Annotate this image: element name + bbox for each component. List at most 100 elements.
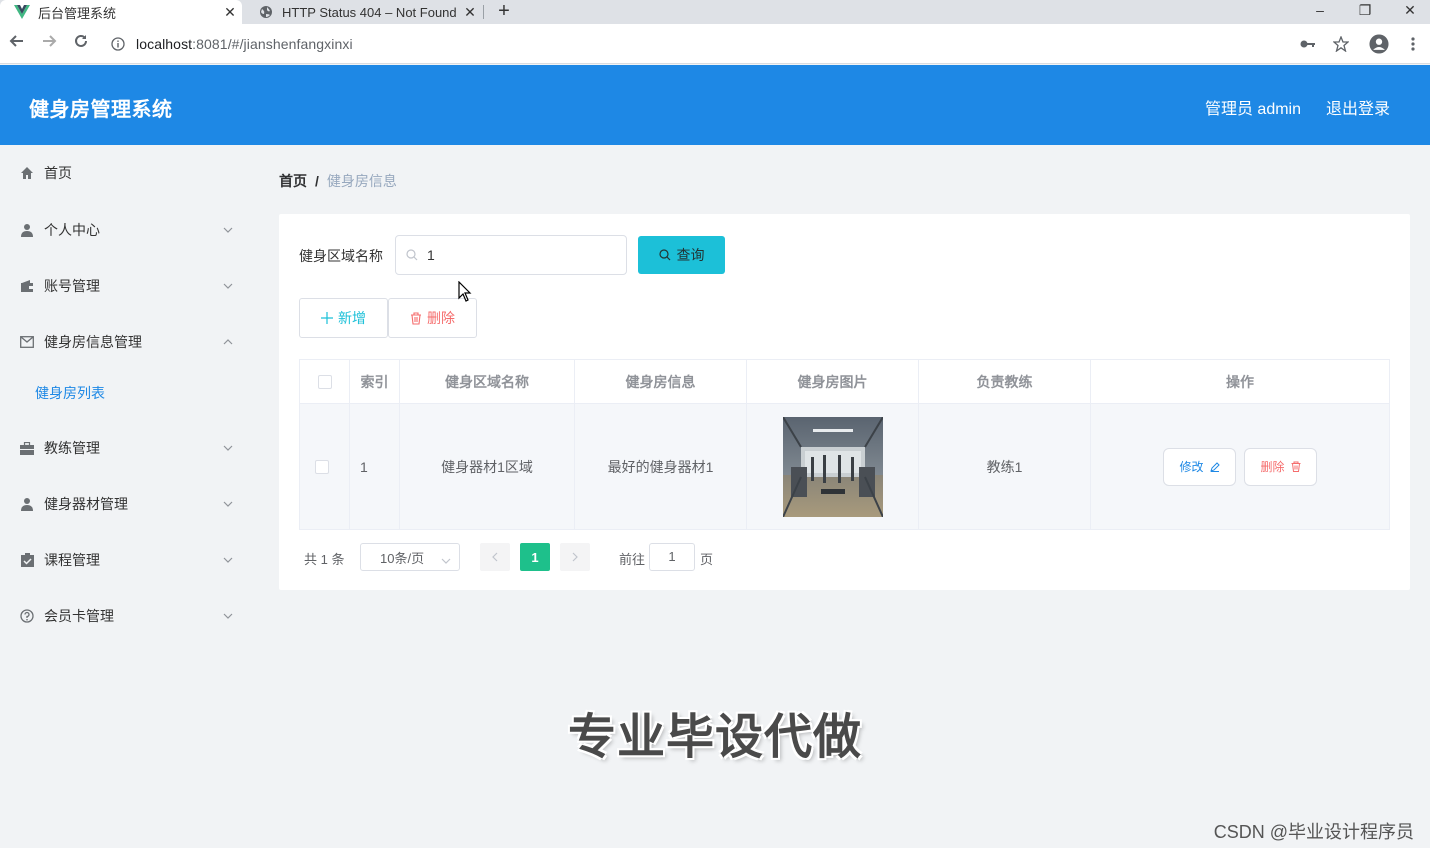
tab-separator xyxy=(483,5,484,19)
chevron-up-icon xyxy=(222,336,234,348)
address-bar[interactable]: localhost:8081/#/jianshenfangxinxi xyxy=(100,30,1365,58)
cell-area: 健身器材1区域 xyxy=(400,404,575,529)
tab-title: HTTP Status 404 – Not Found xyxy=(282,4,457,20)
search-input-wrapper[interactable] xyxy=(395,235,627,275)
trash-icon xyxy=(1291,461,1301,472)
chevron-down-icon xyxy=(222,224,234,236)
info-icon[interactable] xyxy=(108,34,128,54)
row-checkbox[interactable] xyxy=(315,459,329,474)
back-button[interactable] xyxy=(5,32,29,56)
prev-page-button[interactable] xyxy=(480,543,510,571)
select-all-checkbox[interactable] xyxy=(317,374,332,389)
url-text: localhost:8081/#/jianshenfangxinxi xyxy=(136,36,353,52)
csdn-watermark: CSDN @毕业设计程序员 xyxy=(1213,822,1414,842)
chevron-down-icon xyxy=(222,442,234,454)
restore-button[interactable]: ❐ xyxy=(1343,0,1387,24)
sidebar-item-label: 会员卡管理 xyxy=(44,608,114,624)
browser-toolbar: localhost:8081/#/jianshenfangxinxi xyxy=(0,24,1430,64)
edit-button[interactable]: 修改 xyxy=(1163,447,1236,486)
page-suffix: 页 xyxy=(700,552,714,567)
sidebar-item-label: 健身器材管理 xyxy=(44,496,128,512)
browser-tab-inactive[interactable]: HTTP Status 404 – Not Found ✕ xyxy=(244,0,482,24)
edit-icon xyxy=(1209,461,1220,472)
column-header: 健身房信息 xyxy=(575,360,747,403)
goto-label: 前往 xyxy=(619,552,646,567)
query-button[interactable]: 查询 xyxy=(638,236,725,274)
row-delete-label: 删除 xyxy=(1260,460,1285,474)
sidebar-item-label: 账号管理 xyxy=(44,278,100,294)
column-header: 操作 xyxy=(1226,373,1254,390)
sidebar-subitem-gym-list[interactable]: 健身房列表 xyxy=(0,368,250,418)
sidebar-item-account[interactable]: 账号管理 xyxy=(0,258,250,314)
sidebar-item-member-card[interactable]: 会员卡管理 xyxy=(0,588,250,644)
row-delete-button[interactable]: 删除 xyxy=(1244,447,1317,486)
close-tab-icon[interactable]: ✕ xyxy=(218,4,242,21)
mail-icon xyxy=(19,334,35,350)
overlay-watermark: 专业毕设代做 xyxy=(568,711,863,764)
forward-button[interactable] xyxy=(37,32,61,56)
page-size-value: 10条/页 xyxy=(380,550,425,566)
breadcrumb-home[interactable]: 首页 xyxy=(279,173,307,189)
goto-page-input[interactable]: 1 xyxy=(649,543,695,571)
tab-title: 后台管理系统 xyxy=(38,5,117,21)
url-host: localhost xyxy=(136,36,193,52)
chevron-down-icon xyxy=(441,552,451,567)
chevron-down-icon xyxy=(222,498,234,510)
chevron-down-icon xyxy=(222,554,234,566)
breadcrumb-current: 健身房信息 xyxy=(326,173,397,189)
sidebar-item-label: 首页 xyxy=(44,165,72,181)
new-tab-button[interactable]: + xyxy=(492,0,516,24)
search-icon xyxy=(658,248,673,262)
mouse-cursor-icon xyxy=(458,280,472,308)
user-icon xyxy=(19,222,35,238)
reload-button[interactable] xyxy=(69,32,93,56)
app-header: 健身房管理系统 管理员 admin 退出登录 xyxy=(0,65,1430,145)
plus-icon xyxy=(321,312,333,324)
search-label: 健身区域名称 xyxy=(299,248,383,264)
wallet-icon xyxy=(19,278,35,294)
next-page-button[interactable] xyxy=(560,543,590,571)
sidebar-item-home[interactable]: 首页 xyxy=(0,145,250,201)
current-user: 管理员 admin xyxy=(1204,101,1301,118)
sidebar-item-personal-center[interactable]: 个人中心 xyxy=(0,202,250,258)
breadcrumb-separator: / xyxy=(315,173,319,189)
add-button[interactable]: 新增 xyxy=(299,298,388,338)
browser-tab-active[interactable]: 后台管理系统 ✕ xyxy=(0,0,242,24)
sidebar-item-course[interactable]: 课程管理 xyxy=(0,532,250,588)
close-tab-icon[interactable]: ✕ xyxy=(458,4,482,21)
cell-index: 1 xyxy=(350,404,400,529)
star-icon[interactable] xyxy=(1331,34,1351,54)
breadcrumb: 首页 / 健身房信息 xyxy=(279,171,397,191)
help-circle-icon xyxy=(19,608,35,624)
window-close-button[interactable]: ✕ xyxy=(1388,0,1430,24)
column-header: 健身区域名称 xyxy=(400,360,575,403)
chevron-down-icon xyxy=(222,280,234,292)
menu-dots-icon[interactable] xyxy=(1403,34,1423,54)
sidebar-item-label: 教练管理 xyxy=(44,440,100,456)
key-icon[interactable] xyxy=(1298,34,1318,54)
sidebar-item-gym-info[interactable]: 健身房信息管理 xyxy=(0,314,250,370)
app-title: 健身房管理系统 xyxy=(29,99,173,121)
pagination-total: 共 1 条 xyxy=(304,552,345,567)
data-table: 索引 健身区域名称 健身房信息 健身房图片 负责教练 操作 1 健身器材1区域 … xyxy=(299,359,1390,530)
page-number-active[interactable]: 1 xyxy=(520,543,550,571)
cell-coach: 教练1 xyxy=(919,404,1091,529)
profile-icon[interactable] xyxy=(1369,34,1389,54)
chevron-left-icon xyxy=(492,550,498,565)
minimize-button[interactable]: – xyxy=(1298,0,1342,24)
page-size-select[interactable]: 10条/页 xyxy=(360,543,460,571)
sidebar-item-coach[interactable]: 教练管理 xyxy=(0,420,250,476)
checklist-icon xyxy=(19,552,35,568)
column-header: 健身房图片 xyxy=(747,360,919,403)
sidebar-item-equipment[interactable]: 健身器材管理 xyxy=(0,476,250,532)
browser-tab-bar: 后台管理系统 ✕ HTTP Status 404 – Not Found ✕ +… xyxy=(0,0,1430,24)
search-input[interactable] xyxy=(427,247,617,263)
sidebar-item-label: 课程管理 xyxy=(44,552,100,568)
logout-link[interactable]: 退出登录 xyxy=(1326,95,1390,119)
column-header: 索引 xyxy=(350,360,400,403)
user-icon xyxy=(19,496,35,512)
cell-actions: 修改 删除 xyxy=(1091,404,1389,529)
gym-photo xyxy=(782,416,883,517)
briefcase-icon xyxy=(19,440,35,456)
cell-info: 最好的健身器材1 xyxy=(575,404,747,529)
